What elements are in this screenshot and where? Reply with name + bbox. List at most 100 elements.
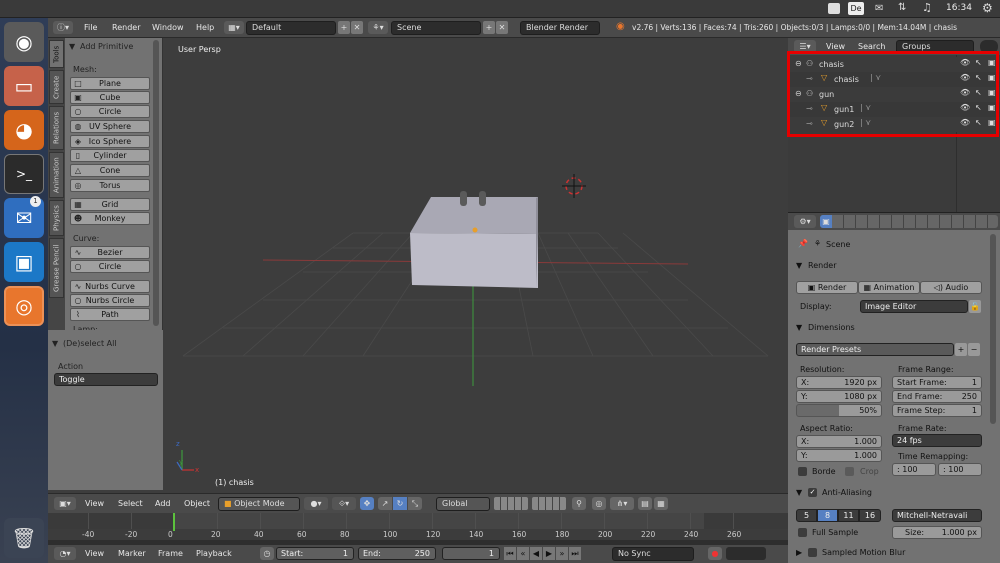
viewport-editor-type-icon[interactable]: ▣▾ bbox=[54, 497, 76, 510]
add-nurbs-curve-button[interactable]: ∿ Nurbs Curve bbox=[70, 280, 150, 293]
add-curve-circle-button[interactable]: ○ Circle bbox=[70, 260, 150, 273]
timeline-menu-playback[interactable]: Playback bbox=[196, 549, 232, 558]
operator-title[interactable]: (De)select All bbox=[63, 339, 117, 348]
ubuntu-logo-icon[interactable]: ◉ bbox=[4, 22, 44, 62]
add-uv-sphere-button[interactable]: ◍ UV Sphere bbox=[70, 120, 150, 133]
3d-viewport[interactable]: User Persp z y x (1) chasis bbox=[163, 38, 788, 493]
border-checkbox[interactable] bbox=[798, 467, 807, 476]
timeline[interactable]: -40 -20 0 20 40 60 80 100 120 140 160 180 200 220 240 2… bbox=[48, 513, 788, 545]
add-bezier-button[interactable]: ∿ Bezier bbox=[70, 246, 150, 259]
scene-icon[interactable]: ⚘▾ bbox=[368, 21, 388, 34]
display-select[interactable]: Image Editor bbox=[860, 300, 968, 313]
pivot-icon[interactable]: ⟐▾ bbox=[332, 497, 356, 510]
tab-physics[interactable]: Physics bbox=[49, 200, 64, 236]
render-button[interactable]: ▣ Render bbox=[796, 281, 858, 294]
lock-interface-icon[interactable]: 🔓 bbox=[969, 300, 981, 313]
viewport-menu-select[interactable]: Select bbox=[118, 499, 143, 508]
menu-file[interactable]: File bbox=[84, 23, 97, 32]
jump-start-icon[interactable]: ⏮ bbox=[504, 547, 516, 560]
play-reverse-icon[interactable]: ◀ bbox=[530, 547, 542, 560]
add-layout-icon[interactable]: + bbox=[338, 21, 350, 34]
dimensions-section-header[interactable]: ▼ Dimensions bbox=[788, 321, 1000, 337]
crop-checkbox[interactable] bbox=[845, 467, 854, 476]
jump-keyframe-back-icon[interactable]: « bbox=[517, 547, 529, 560]
tab-create[interactable]: Create bbox=[49, 70, 64, 104]
manipulator-icon[interactable]: ✥ bbox=[360, 497, 374, 510]
blender-icon[interactable]: ◎ bbox=[4, 286, 44, 326]
play-icon[interactable]: ▶ bbox=[543, 547, 555, 560]
current-frame-field[interactable]: 1 bbox=[442, 547, 500, 560]
time-remap-old-field[interactable]: : 100 bbox=[892, 463, 936, 476]
orientation-select[interactable]: Global bbox=[436, 497, 490, 511]
remove-layout-icon[interactable]: ✕ bbox=[351, 21, 363, 34]
frame-step-property[interactable]: Frame Step: 1 bbox=[892, 404, 982, 417]
keyboard-layout-indicator[interactable]: De bbox=[848, 2, 864, 15]
add-ico-sphere-button[interactable]: ◈ Ico Sphere bbox=[70, 135, 150, 148]
aa-samples-8[interactable]: 8 bbox=[817, 509, 838, 522]
tab-relations[interactable]: Relations bbox=[49, 106, 64, 150]
timeline-menu-frame[interactable]: Frame bbox=[158, 549, 183, 558]
keying-set-icon[interactable] bbox=[726, 547, 766, 560]
viewport-menu-object[interactable]: Object bbox=[184, 499, 210, 508]
terminal-icon[interactable]: >_ bbox=[4, 154, 44, 194]
time-remap-new-field[interactable]: : 100 bbox=[938, 463, 982, 476]
add-grid-button[interactable]: ▦ Grid bbox=[70, 198, 150, 211]
aa-samples-5[interactable]: 5 bbox=[796, 509, 817, 522]
add-cube-button[interactable]: ▣ Cube bbox=[70, 91, 150, 104]
timeline-menu-view[interactable]: View bbox=[85, 549, 104, 558]
jump-end-icon[interactable]: ⏭ bbox=[569, 547, 581, 560]
opengl-anim-icon[interactable]: ▦ bbox=[654, 497, 668, 510]
virtualbox-icon[interactable]: ▣ bbox=[4, 242, 44, 282]
aa-filter-size-field[interactable]: Size: 1.000 px bbox=[892, 526, 982, 539]
end-frame-property[interactable]: End Frame: 250 bbox=[892, 390, 982, 403]
aa-filter-select[interactable]: Mitchell-Netravali bbox=[892, 509, 982, 522]
motion-blur-section-header[interactable]: ▶ Sampled Motion Blur bbox=[788, 546, 1000, 562]
volume-icon[interactable]: ♫ bbox=[922, 1, 932, 14]
pin-icon[interactable]: 📌 bbox=[798, 239, 808, 248]
resolution-y-field[interactable]: Y: 1080 px bbox=[796, 390, 882, 403]
outliner-menu-search[interactable]: Search bbox=[858, 42, 885, 51]
trash-icon[interactable]: 🗑 bbox=[4, 518, 44, 558]
resolution-x-field[interactable]: X: 1920 px bbox=[796, 376, 882, 389]
motion-blur-checkbox[interactable] bbox=[808, 548, 817, 557]
menu-render[interactable]: Render bbox=[112, 23, 140, 32]
render-context-tab-icon[interactable]: ▣ bbox=[820, 215, 832, 228]
frame-rate-select[interactable]: 24 fps bbox=[892, 434, 982, 447]
layers-grid-icon[interactable] bbox=[494, 497, 528, 510]
mode-select[interactable]: ■ Object Mode bbox=[218, 497, 300, 511]
start-frame-field[interactable]: Start: 1 bbox=[276, 547, 354, 560]
shading-icon[interactable]: ●▾ bbox=[304, 497, 328, 510]
action-select[interactable]: Toggle bbox=[54, 373, 158, 386]
clock[interactable]: 16:34 bbox=[946, 3, 972, 13]
aa-samples-11[interactable]: 11 bbox=[838, 509, 859, 522]
operator-collapse-arrow-icon[interactable]: ▼ bbox=[52, 339, 58, 348]
proportional-edit-icon[interactable]: ◎ bbox=[592, 497, 606, 510]
resolution-percentage-slider[interactable]: 50% bbox=[796, 404, 882, 417]
screen-layout-field[interactable]: Default bbox=[246, 21, 336, 35]
record-icon[interactable]: ● bbox=[708, 547, 722, 560]
add-plane-button[interactable]: □ Plane bbox=[70, 77, 150, 90]
rotate-icon[interactable]: ↻ bbox=[393, 497, 407, 510]
tab-animation[interactable]: Animation bbox=[49, 152, 64, 198]
full-sample-checkbox[interactable] bbox=[798, 528, 807, 537]
add-path-button[interactable]: ⌇ Path bbox=[70, 308, 150, 321]
firefox-icon[interactable]: ◕ bbox=[4, 110, 44, 150]
settings-gear-icon[interactable]: ⚙ bbox=[982, 1, 993, 15]
aspect-y-field[interactable]: Y: 1.000 bbox=[796, 449, 882, 462]
translate-icon[interactable]: ↗ bbox=[378, 497, 392, 510]
lock-camera-icon[interactable]: ⚲ bbox=[572, 497, 586, 510]
add-cone-button[interactable]: △ Cone bbox=[70, 164, 150, 177]
render-animation-button[interactable]: ▦ Animation bbox=[858, 281, 920, 294]
outliner-menu-view[interactable]: View bbox=[826, 42, 845, 51]
keyboard-icon[interactable] bbox=[828, 3, 840, 14]
scene-field[interactable]: Scene bbox=[391, 21, 481, 35]
editor-type-icon[interactable]: ⓘ▾ bbox=[53, 21, 73, 34]
start-frame-property[interactable]: Start Frame: 1 bbox=[892, 376, 982, 389]
add-nurbs-circle-button[interactable]: ○ Nurbs Circle bbox=[70, 294, 150, 307]
layout-grid-icon[interactable]: ▦▾ bbox=[224, 21, 244, 34]
anti-aliasing-checkbox[interactable]: ✓ bbox=[808, 488, 817, 497]
remove-preset-icon[interactable]: − bbox=[968, 343, 980, 356]
add-preset-icon[interactable]: + bbox=[955, 343, 967, 356]
properties-scrollbar[interactable] bbox=[990, 234, 996, 424]
tab-tools[interactable]: Tools bbox=[49, 40, 64, 68]
